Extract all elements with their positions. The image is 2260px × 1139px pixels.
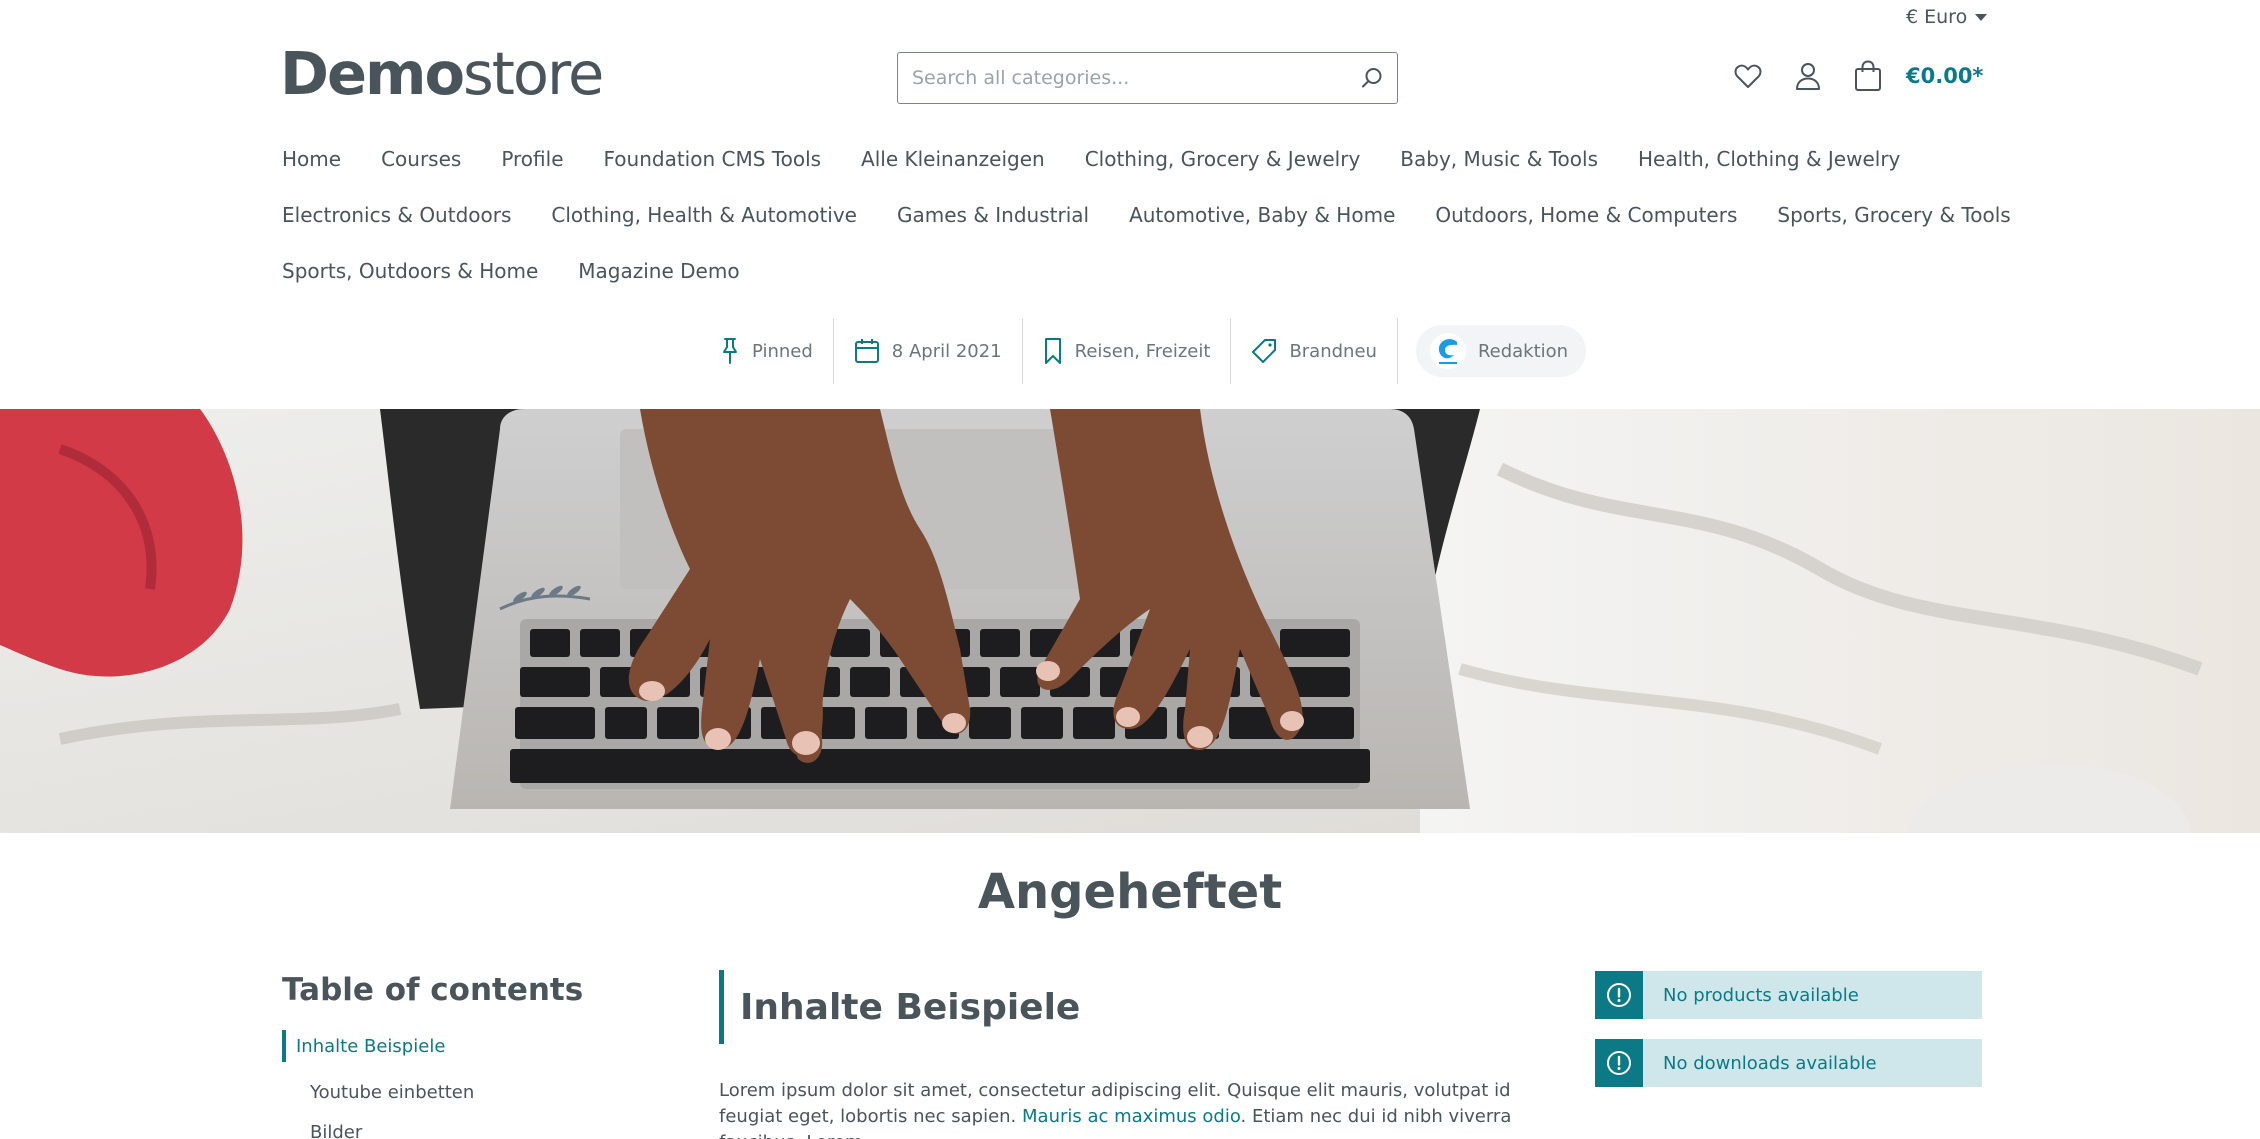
nav-item-alle-kleinanzeigen[interactable]: Alle Kleinanzeigen (861, 147, 1045, 171)
nav-item-automotive-baby-home[interactable]: Automotive, Baby & Home (1129, 203, 1395, 227)
nav-row: Sports, Outdoors & Home Magazine Demo (282, 243, 2002, 299)
meta-categories: Reisen, Freizeit (1023, 318, 1232, 384)
logo-bold: Demo (280, 39, 465, 108)
meta-date-label: 8 April 2021 (891, 340, 1002, 362)
page-title: Angeheftet (977, 864, 1283, 920)
search-input[interactable] (898, 53, 1347, 103)
nav-item-sports-grocery-tools[interactable]: Sports, Grocery & Tools (1777, 203, 2010, 227)
search-bar (897, 52, 1398, 104)
meta-author[interactable]: Redaktion (1415, 325, 1587, 377)
cart-button[interactable] (1850, 58, 1886, 94)
info-icon (1595, 971, 1643, 1019)
currency-label: € Euro (1906, 6, 1968, 28)
header-actions: €0.00* (1730, 58, 1983, 94)
nav-item-sports-outdoors-home[interactable]: Sports, Outdoors & Home (282, 259, 538, 283)
table-of-contents: Table of contents Inhalte Beispiele Yout… (282, 972, 662, 1139)
nav-row: Home Courses Profile Foundation CMS Tool… (282, 131, 2002, 187)
meta-author-label: Redaktion (1477, 340, 1569, 362)
shopping-bag-icon (1855, 60, 1881, 91)
hero-image (0, 409, 2260, 833)
user-icon (1796, 63, 1820, 90)
shopware-logo-icon (1438, 339, 1457, 364)
nav-item-courses[interactable]: Courses (381, 147, 461, 171)
alert-text: No products available (1663, 984, 1859, 1006)
meta-date: 8 April 2021 (834, 318, 1023, 384)
logo-light: store (463, 39, 604, 108)
alert-no-downloads: No downloads available (1595, 1039, 1982, 1087)
sidebar-alerts: No products available No downloads avail… (1595, 971, 1982, 1107)
nav-item-magazine-demo[interactable]: Magazine Demo (578, 259, 739, 283)
search-button[interactable] (1347, 53, 1397, 103)
heart-icon (1734, 64, 1762, 88)
search-icon (1362, 68, 1382, 88)
cart-total[interactable]: €0.00* (1906, 64, 1983, 88)
meta-categories-label[interactable]: Reisen, Freizeit (1075, 341, 1211, 362)
nav-item-clothing-health-automotive[interactable]: Clothing, Health & Automotive (551, 203, 857, 227)
paragraph-link[interactable]: Mauris ac maximus odio (1022, 1106, 1241, 1127)
logo[interactable]: Demostore (280, 38, 604, 110)
main-navigation: Home Courses Profile Foundation CMS Tool… (282, 131, 2011, 299)
meta-pinned: Pinned (700, 318, 834, 384)
nav-item-electronics-outdoors[interactable]: Electronics & Outdoors (282, 203, 511, 227)
toc-item-inhalte-beispiele[interactable]: Inhalte Beispiele (282, 1030, 662, 1062)
nav-item-clothing-grocery-jewelry[interactable]: Clothing, Grocery & Jewelry (1085, 147, 1361, 171)
toc-item-youtube-einbetten[interactable]: Youtube einbetten (282, 1072, 662, 1112)
bookmark-icon (1044, 338, 1061, 364)
author-avatar (1429, 333, 1466, 369)
meta-pinned-label: Pinned (752, 340, 813, 362)
nav-item-foundation-cms-tools[interactable]: Foundation CMS Tools (604, 147, 822, 171)
account-button[interactable] (1790, 58, 1826, 94)
hero-illustration (0, 409, 2260, 833)
article-paragraph: Lorem ipsum dolor sit amet, consectetur … (719, 1078, 1519, 1139)
post-meta: Pinned 8 April 2021 Reisen, Freizeit Bra… (700, 318, 1587, 384)
alert-no-products: No products available (1595, 971, 1982, 1019)
pin-icon (723, 338, 737, 364)
info-icon (1595, 1039, 1643, 1087)
article-heading: Inhalte Beispiele (719, 970, 1519, 1044)
toc-item-bilder[interactable]: Bilder (282, 1112, 662, 1139)
nav-item-games-industrial[interactable]: Games & Industrial (897, 203, 1089, 227)
meta-tag-label[interactable]: Brandneu (1289, 341, 1377, 362)
chevron-down-icon (1975, 13, 1988, 21)
toc-heading: Table of contents (282, 972, 584, 1008)
wishlist-button[interactable] (1730, 58, 1766, 94)
nav-item-baby-music-tools[interactable]: Baby, Music & Tools (1400, 147, 1598, 171)
tag-icon (1252, 339, 1277, 363)
currency-selector[interactable]: € Euro (1906, 6, 1988, 28)
meta-tag: Brandneu (1231, 318, 1398, 384)
nav-item-health-clothing-jewelry[interactable]: Health, Clothing & Jewelry (1638, 147, 1900, 171)
alert-text: No downloads available (1663, 1052, 1877, 1074)
nav-row: Electronics & Outdoors Clothing, Health … (282, 187, 2011, 243)
nav-item-outdoors-home-computers[interactable]: Outdoors, Home & Computers (1435, 203, 1737, 227)
nav-item-profile[interactable]: Profile (501, 147, 563, 171)
article-content: Inhalte Beispiele Lorem ipsum dolor sit … (719, 970, 1519, 1139)
nav-item-home[interactable]: Home (282, 147, 341, 171)
calendar-icon (854, 339, 879, 363)
